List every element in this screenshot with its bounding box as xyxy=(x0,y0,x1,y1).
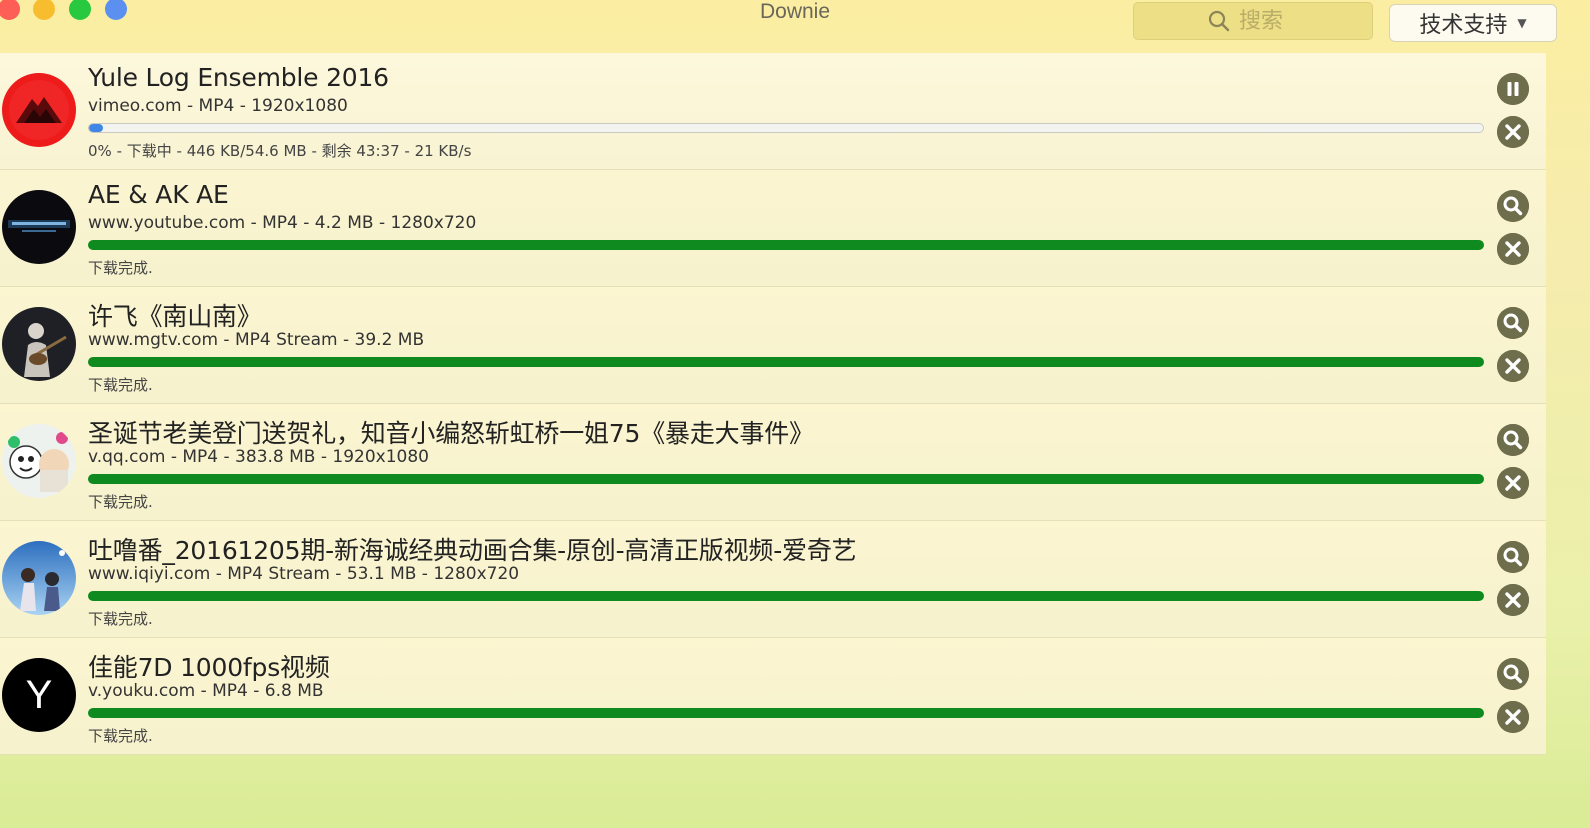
download-progress-bar xyxy=(88,591,1484,601)
remove-button[interactable] xyxy=(1497,233,1529,265)
close-icon xyxy=(1497,467,1529,499)
pause-button[interactable] xyxy=(1497,73,1529,105)
progress-fill xyxy=(89,124,103,132)
magnifier-icon xyxy=(1497,658,1529,690)
support-menu-button[interactable]: 技术支持 ▼ xyxy=(1389,4,1557,42)
download-meta: www.iqiyi.com - MP4 Stream - 53.1 MB - 1… xyxy=(88,564,520,584)
download-meta: v.youku.com - MP4 - 6.8 MB xyxy=(88,681,324,701)
download-progress-bar xyxy=(88,708,1484,718)
download-progress-bar xyxy=(88,474,1484,484)
search-field[interactable] xyxy=(1133,2,1373,40)
download-status: 下载完成. xyxy=(88,493,153,511)
download-status: 下载完成. xyxy=(88,727,153,745)
download-meta: www.mgtv.com - MP4 Stream - 39.2 MB xyxy=(88,330,425,350)
youku-y-thumbnail: Y xyxy=(2,658,76,732)
download-row[interactable]: 许飞《南山南》 www.mgtv.com - MP4 Stream - 39.2… xyxy=(0,287,1546,404)
download-row[interactable]: AE & AK AE www.youtube.com - MP4 - 4.2 M… xyxy=(0,170,1546,287)
download-status: 下载完成. xyxy=(88,376,153,394)
search-input[interactable] xyxy=(1239,8,1299,34)
download-title: 圣诞节老美登门送贺礼，知音小编怒斩虹桥一姐75《暴走大事件》 xyxy=(88,419,814,448)
download-list: Yule Log Ensemble 2016 vimeo.com - MP4 -… xyxy=(0,53,1546,755)
dark-video-thumbnail xyxy=(2,190,76,264)
show-in-finder-button[interactable] xyxy=(1497,307,1529,339)
remove-button[interactable] xyxy=(1497,701,1529,733)
download-meta: vimeo.com - MP4 - 1920x1080 xyxy=(88,96,348,116)
cancel-button[interactable] xyxy=(1497,116,1529,148)
download-progress-bar xyxy=(88,240,1484,250)
download-status: 下载完成. xyxy=(88,259,153,277)
close-icon xyxy=(1497,116,1529,148)
remove-button[interactable] xyxy=(1497,584,1529,616)
download-meta: www.youtube.com - MP4 - 4.2 MB - 1280x72… xyxy=(88,213,477,233)
show-in-finder-button[interactable] xyxy=(1497,190,1529,222)
remove-button[interactable] xyxy=(1497,467,1529,499)
download-title: Yule Log Ensemble 2016 xyxy=(88,63,389,92)
support-menu-label: 技术支持 xyxy=(1419,13,1508,38)
anime-sky-thumbnail xyxy=(2,541,76,615)
download-row[interactable]: 圣诞节老美登门送贺礼，知音小编怒斩虹桥一姐75《暴走大事件》 v.qq.com … xyxy=(0,404,1546,521)
download-status: 下载完成. xyxy=(88,610,153,628)
magnifier-icon xyxy=(1497,541,1529,573)
show-in-finder-button[interactable] xyxy=(1497,658,1529,690)
show-in-finder-button[interactable] xyxy=(1497,424,1529,456)
close-icon xyxy=(1497,584,1529,616)
close-icon xyxy=(1497,233,1529,265)
close-icon xyxy=(1497,350,1529,382)
download-title: 吐噜番_20161205期-新海诚经典动画合集-原创-高清正版视频-爱奇艺 xyxy=(88,536,857,565)
download-title: 佳能7D 1000fps视频 xyxy=(88,653,330,682)
thumbnail-letter: Y xyxy=(26,673,53,717)
chevron-down-icon: ▼ xyxy=(1517,16,1527,30)
download-row[interactable]: Yule Log Ensemble 2016 vimeo.com - MP4 -… xyxy=(0,53,1546,170)
show-in-finder-button[interactable] xyxy=(1497,541,1529,573)
download-status: 0% - 下载中 - 446 KB/54.6 MB - 剩余 43:37 - 2… xyxy=(88,142,472,160)
red-volcano-thumbnail xyxy=(2,73,76,147)
download-title: 许飞《南山南》 xyxy=(88,302,262,331)
pause-icon xyxy=(1497,73,1529,105)
title-bar: Downie 技术支持 ▼ xyxy=(0,0,1590,52)
search-icon xyxy=(1208,10,1230,32)
guitarist-thumbnail xyxy=(2,307,76,381)
download-meta: v.qq.com - MP4 - 383.8 MB - 1920x1080 xyxy=(88,447,429,467)
close-icon xyxy=(1497,701,1529,733)
cartoon-faces-thumbnail xyxy=(2,424,76,498)
download-progress-bar xyxy=(88,357,1484,367)
magnifier-icon xyxy=(1497,307,1529,339)
magnifier-icon xyxy=(1497,190,1529,222)
download-progress-bar xyxy=(88,123,1484,133)
magnifier-icon xyxy=(1497,424,1529,456)
download-row[interactable]: 吐噜番_20161205期-新海诚经典动画合集-原创-高清正版视频-爱奇艺 ww… xyxy=(0,521,1546,638)
remove-button[interactable] xyxy=(1497,350,1529,382)
download-title: AE & AK AE xyxy=(88,180,229,209)
download-row[interactable]: Y 佳能7D 1000fps视频 v.youku.com - MP4 - 6.8… xyxy=(0,638,1546,755)
